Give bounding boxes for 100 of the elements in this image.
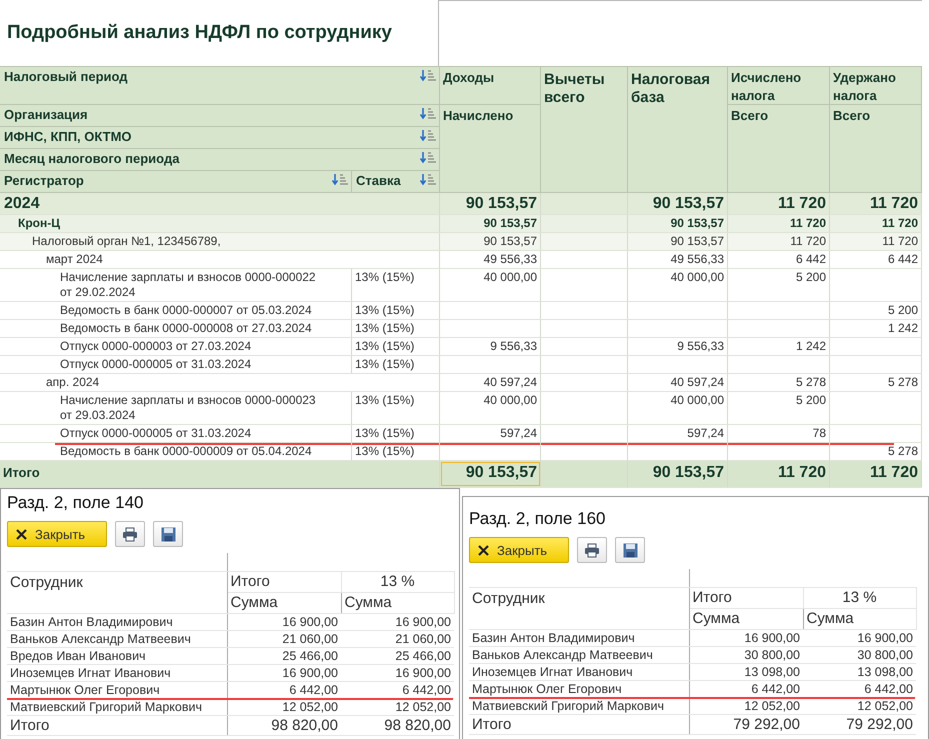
amount-cell: 40 597,24 (670, 375, 724, 389)
column-header: Исчислено налога (731, 70, 802, 103)
amount-cell: 16 900,00 (282, 615, 338, 629)
amount-cell: 5 278 (796, 375, 826, 389)
column-header: 13 % (842, 589, 877, 606)
row-label: март 2024 (46, 252, 103, 266)
amount-cell: 30 800,00 (857, 648, 913, 662)
total-amount: 90 153,57 (652, 464, 724, 481)
amount-cell: 12 052,00 (395, 700, 451, 714)
sort-icon[interactable] (420, 70, 436, 82)
column-header: Итого (230, 573, 270, 590)
employee-name: Иноземцев Игнат Иванович (472, 665, 633, 679)
employee-name: Матвиевский Григорий Маркович (472, 699, 664, 713)
amount-cell: 5 278 (888, 444, 918, 458)
print-icon (584, 542, 600, 558)
amount-cell: 90 153,57 (670, 234, 724, 248)
save-button[interactable] (615, 537, 645, 563)
rate-cell: 13% (15%) (355, 339, 414, 353)
column-header: Итого (692, 589, 732, 606)
amount-cell: 597,24 (500, 426, 537, 440)
column-header: Сотрудник (10, 574, 83, 591)
amount-cell: 90 153,57 (652, 195, 724, 212)
amount-cell: 16 900,00 (744, 631, 800, 645)
row-label: Налоговый орган №1, 123456789, (32, 234, 221, 248)
employee-name: Мартынюк Олег Егорович (10, 683, 160, 697)
sort-icon[interactable] (420, 174, 436, 186)
amount-cell: 11 720 (778, 195, 826, 212)
amount-cell: 90 153,57 (484, 234, 537, 248)
amount-cell: 5 200 (796, 270, 826, 284)
close-button[interactable]: Закрыть (7, 521, 107, 547)
rate-cell: 13% (15%) (355, 321, 414, 335)
amount-cell: 25 466,00 (395, 649, 451, 663)
amount-cell: 13 098,00 (857, 665, 913, 679)
row-label: Отпуск 0000-000005 от 31.03.2024 (60, 357, 252, 372)
grouping-label: Регистратор (4, 173, 84, 188)
column-subheader: Сумма (230, 594, 278, 611)
amount-cell: 16 900,00 (395, 615, 451, 629)
amount-cell: 78 (812, 426, 826, 440)
amount-cell: 90 153,57 (484, 216, 537, 230)
column-subheader: Всего (731, 108, 768, 123)
window-title: Разд. 2, поле 160 (468, 508, 606, 530)
close-button[interactable]: Закрыть (469, 537, 569, 563)
total-amount: 90 153,57 (466, 464, 537, 481)
amount-cell: 6 442 (796, 252, 826, 266)
row-label: апр. 2024 (46, 375, 100, 389)
row-label: 2024 (4, 195, 40, 212)
employee-name: Ваньков Александр Матвеевич (472, 648, 653, 662)
amount-cell: 12 052,00 (857, 699, 913, 713)
amount-cell: 11 720 (870, 195, 918, 212)
sort-icon[interactable] (420, 152, 436, 164)
amount-cell: 12 052,00 (744, 699, 800, 713)
amount-cell: 30 800,00 (744, 648, 800, 662)
row-label: Крон-Ц (18, 216, 60, 230)
column-subheader: Сумма (344, 594, 392, 611)
amount-cell: 40 000,00 (670, 393, 724, 407)
amount-cell: 6 442 (888, 252, 918, 266)
total-amount: 11 720 (870, 464, 918, 481)
amount-cell: 40 000,00 (484, 270, 537, 284)
column-subheader: Начислено (443, 108, 514, 123)
amount-cell: 9 556,33 (490, 339, 537, 353)
amount-cell: 11 720 (790, 216, 826, 230)
sort-icon[interactable] (420, 108, 436, 120)
report-title: Подробный анализ НДФЛ по сотруднику (7, 22, 392, 44)
print-icon (122, 526, 138, 542)
window-title: Разд. 2, поле 140 (6, 492, 144, 514)
save-icon (160, 526, 176, 542)
amount-cell: 13 098,00 (744, 665, 800, 679)
grouping-label: Организация (4, 107, 88, 122)
amount-cell: 21 060,00 (395, 632, 451, 646)
rate-cell: 13% (15%) (355, 270, 414, 284)
sort-icon[interactable] (420, 130, 436, 142)
amount-cell: 9 556,33 (677, 339, 724, 353)
column-header: Удержано налога (833, 70, 896, 103)
amount-cell: 12 052,00 (282, 700, 338, 714)
column-header: Сотрудник (472, 590, 545, 607)
column-header: Вычеты всего (544, 71, 605, 106)
sort-icon[interactable] (332, 174, 348, 186)
amount-cell: 25 466,00 (282, 649, 338, 663)
print-button[interactable] (577, 537, 607, 563)
amount-cell: 5 278 (888, 375, 918, 389)
amount-cell: 40 597,24 (484, 375, 537, 389)
employee-name: Вредов Иван Иванович (10, 649, 146, 663)
amount-cell: 5 200 (796, 393, 826, 407)
amount-cell: 16 900,00 (282, 666, 338, 680)
print-button[interactable] (115, 521, 145, 547)
total-label: Итого (3, 465, 40, 480)
amount-cell: 11 720 (882, 216, 918, 230)
row-label: Ведомость в банк 0000-000007 от 05.03.2024 (60, 303, 312, 318)
total-amount: 98 820,00 (384, 717, 451, 734)
amount-cell: 597,24 (687, 426, 724, 440)
amount-cell: 6 442,00 (402, 683, 451, 697)
row-label: Начисление зарплаты и взносов 0000-000023 от 29.03.2024 (60, 393, 317, 423)
total-label: Итого (10, 717, 50, 734)
amount-cell: 1 242 (796, 339, 826, 353)
save-icon (622, 542, 638, 558)
save-button[interactable] (153, 521, 183, 547)
total-amount: 79 292,00 (846, 716, 913, 733)
amount-cell: 1 242 (888, 321, 918, 335)
employee-name: Ваньков Александр Матвеевич (10, 632, 191, 646)
amount-cell: 90 153,57 (466, 195, 537, 212)
